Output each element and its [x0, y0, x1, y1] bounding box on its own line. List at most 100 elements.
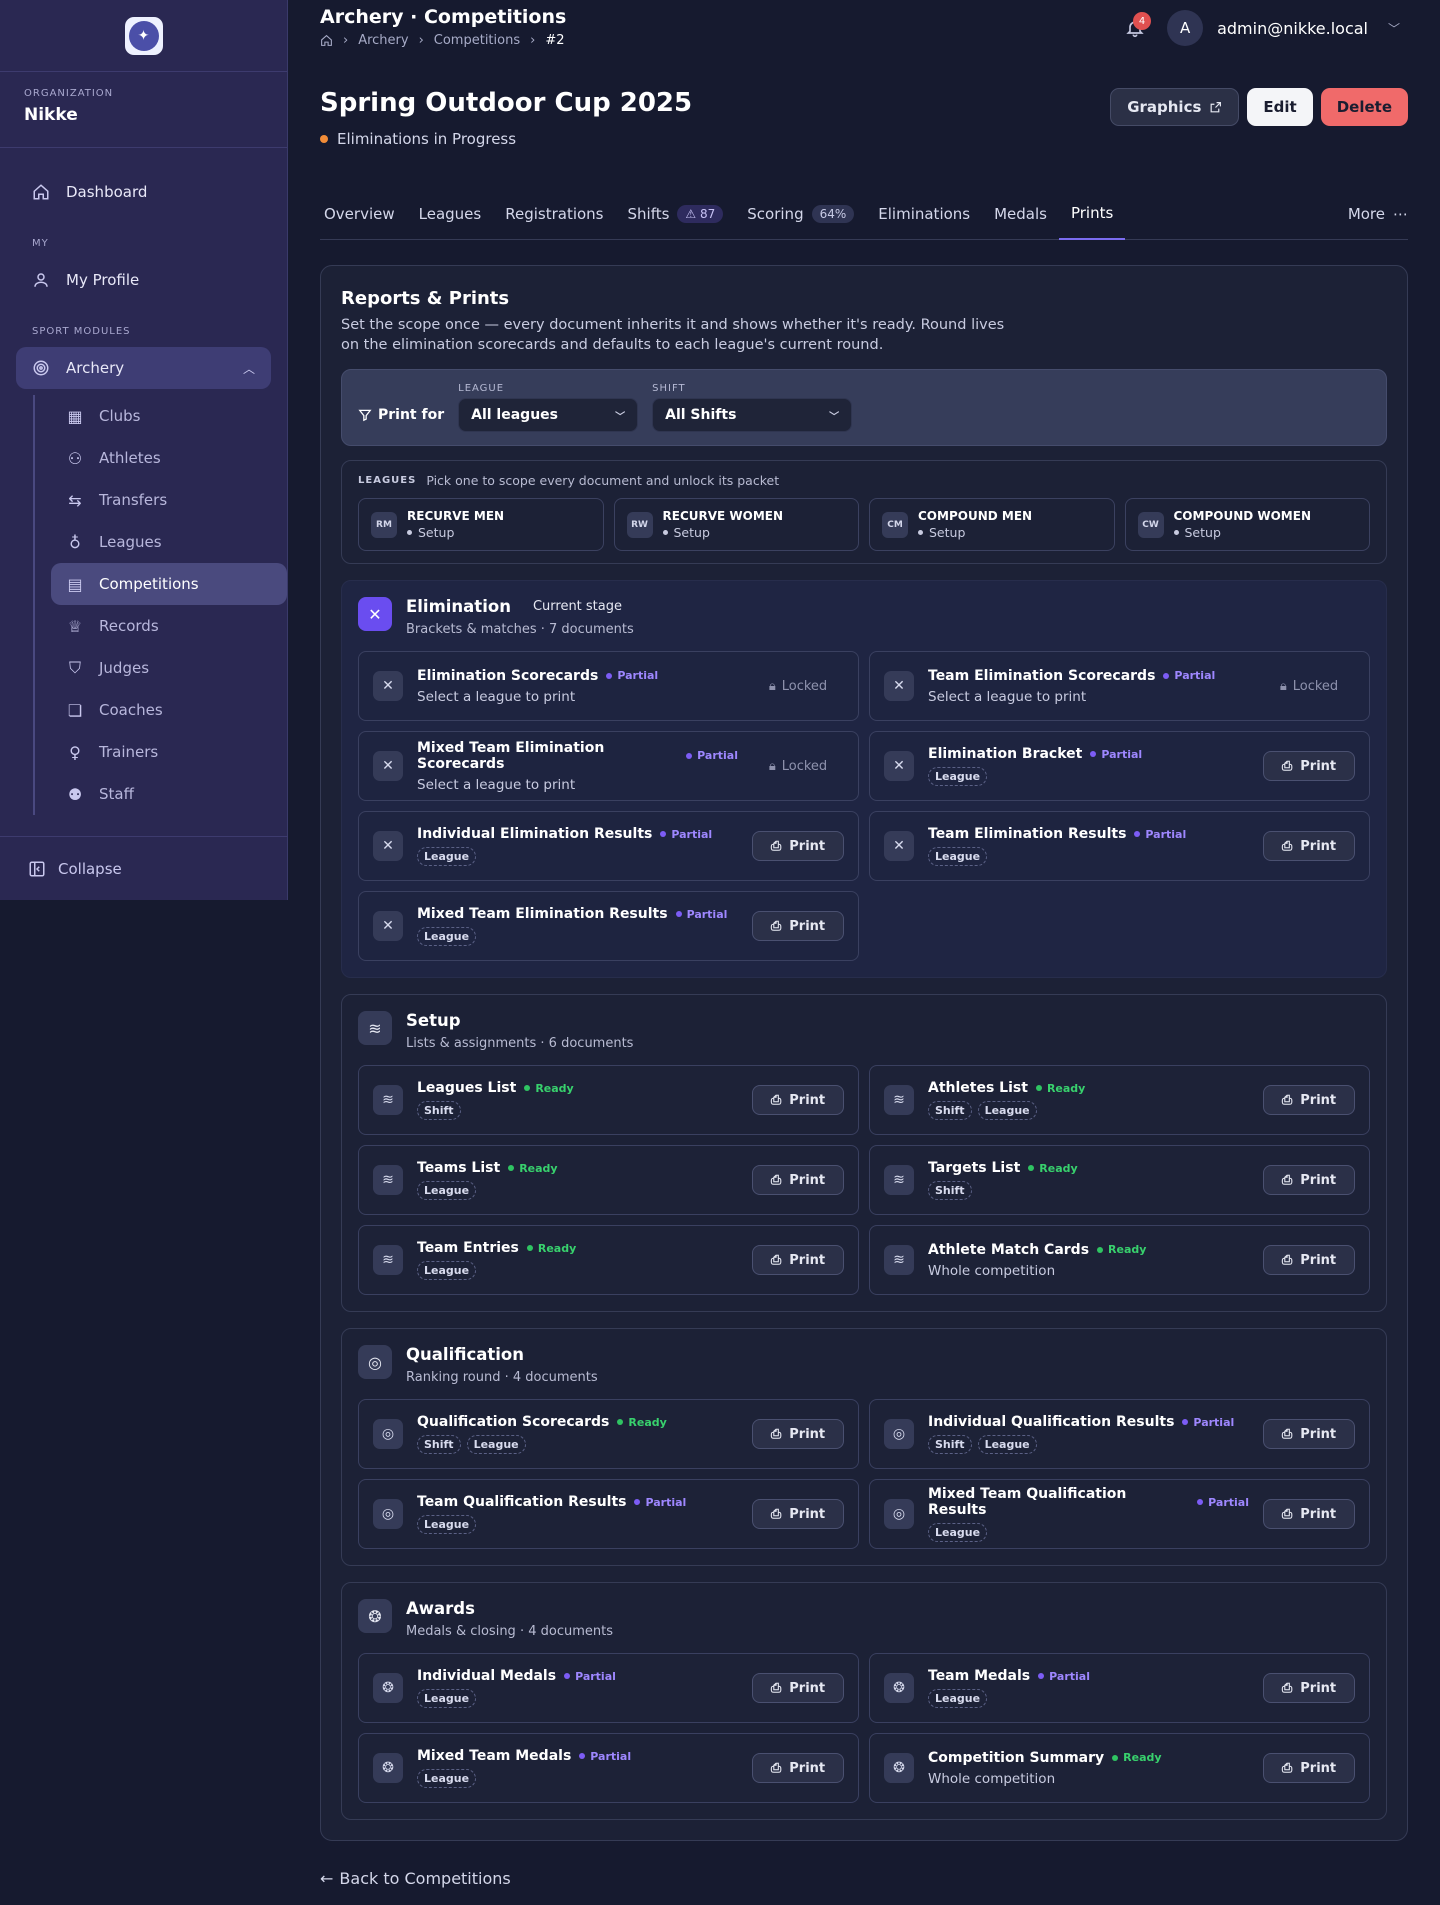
- breadcrumb-archery[interactable]: Archery: [358, 33, 408, 48]
- tab-overview[interactable]: Overview: [320, 188, 407, 240]
- print-button[interactable]: ⎙ Print: [1263, 1753, 1355, 1783]
- tab-more[interactable]: More ⋯: [1348, 188, 1408, 240]
- document-card: ✕ Mixed Team Elimination Scorecards Partia…: [358, 731, 859, 801]
- collapse-button[interactable]: Collapse: [0, 836, 288, 900]
- sidebar-item-label: Records: [99, 617, 159, 635]
- sidebar-item-athletes[interactable]: ⚇ Athletes: [51, 437, 287, 479]
- sidebar-item-leagues[interactable]: ♁ Leagues: [51, 521, 287, 563]
- tab-scoring[interactable]: Scoring 64%: [735, 188, 866, 240]
- document-title: Mixed Team Elimination Scorecards: [417, 739, 605, 772]
- sidebar-item-competitions[interactable]: ▤ Competitions: [51, 563, 287, 605]
- document-title: Mixed Team Elimination Results: [417, 906, 668, 922]
- league-select[interactable]: All leagues ﹀: [458, 398, 639, 432]
- tab-prints[interactable]: Prints: [1058, 188, 1126, 240]
- current-stage-badge: Current stage: [532, 599, 622, 614]
- tab-shifts[interactable]: Shifts ⚠ 87: [616, 188, 736, 240]
- league-status: Setup: [1173, 525, 1312, 540]
- print-label: Print: [789, 1172, 826, 1188]
- document-card: ✕ Team Elimination Scorecards Partial Selec…: [869, 651, 1370, 721]
- edit-button[interactable]: Edit: [1247, 88, 1313, 126]
- print-button[interactable]: ⎙ Print: [752, 1753, 844, 1783]
- print-button[interactable]: ⎙ Print: [1263, 1499, 1355, 1529]
- layers-icon: ≋: [373, 1165, 403, 1195]
- print-button[interactable]: ⎙ Print: [752, 1085, 844, 1115]
- print-button[interactable]: ⎙ Print: [752, 1165, 844, 1195]
- print-button[interactable]: ⎙ Print: [1263, 1085, 1355, 1115]
- sidebar-item-trainers[interactable]: ♀ Trainers: [51, 731, 287, 773]
- layers-icon: ≋: [884, 1165, 914, 1195]
- print-button[interactable]: ⎙ Print: [1263, 831, 1355, 861]
- print-button[interactable]: ⎙ Print: [752, 1245, 844, 1275]
- section-title: Setup: [406, 1011, 461, 1030]
- sidebar-item-records[interactable]: ♕ Records: [51, 605, 287, 647]
- home-icon[interactable]: [320, 34, 333, 47]
- print-button[interactable]: ⎙ Print: [752, 1419, 844, 1449]
- document-title: Team Elimination Scorecards: [928, 667, 1156, 684]
- tab-eliminations[interactable]: Eliminations: [866, 188, 982, 240]
- print-label: Print: [789, 918, 826, 934]
- print-button[interactable]: ⎙ Print: [752, 911, 844, 941]
- document-card: ≋ Athletes List Ready Shift League ⎙ Print: [869, 1065, 1370, 1135]
- shift-select[interactable]: All Shifts ﹀: [652, 398, 853, 432]
- scoring-progress-badge: 64%: [811, 204, 855, 223]
- status-label: Partial: [590, 1749, 632, 1763]
- sidebar-item-staff[interactable]: ⚉ Staff: [51, 773, 287, 815]
- document-note: Whole competition: [928, 1770, 1056, 1787]
- sidebar-item-judges[interactable]: ⛉ Judges: [51, 647, 287, 689]
- print-label: Print: [1300, 1426, 1337, 1442]
- notifications-button[interactable]: 4: [1117, 10, 1153, 46]
- print-button[interactable]: ⎙ Print: [1263, 751, 1355, 781]
- sidebar-item-label: Trainers: [99, 743, 159, 761]
- filter-icon: [358, 408, 372, 422]
- sidebar-item-coaches[interactable]: ❏ Coaches: [51, 689, 287, 731]
- tab-leagues[interactable]: Leagues: [407, 188, 494, 240]
- league-card-compound-women[interactable]: CW COMPOUND WOMEN Setup: [1124, 498, 1370, 551]
- print-button[interactable]: ⎙ Print: [752, 831, 844, 861]
- sidebar-item-archery[interactable]: Archery ︿: [16, 347, 271, 389]
- shifts-count: 87: [700, 206, 716, 221]
- league-card-compound-men[interactable]: CM COMPOUND MEN Setup: [869, 498, 1115, 551]
- graphics-button[interactable]: Graphics: [1110, 88, 1240, 126]
- sidebar-item-clubs[interactable]: ▦ Clubs: [51, 395, 287, 437]
- status-label: Partial: [1049, 1669, 1090, 1683]
- scope-tag-league: League: [928, 1689, 988, 1708]
- app-logo[interactable]: ✦: [124, 16, 163, 55]
- home-icon: [32, 183, 52, 201]
- chevron-down-icon[interactable]: ﹀: [1388, 20, 1400, 37]
- partial-status: Partial: [606, 669, 658, 682]
- printer-icon: ⎙: [770, 1172, 782, 1188]
- print-button[interactable]: ⎙ Print: [752, 1499, 844, 1529]
- printer-icon: ⎙: [1281, 1252, 1293, 1268]
- section-title: Awards: [406, 1599, 475, 1618]
- document-title: Targets List: [928, 1160, 1021, 1176]
- print-button[interactable]: ⎙ Print: [1263, 1165, 1355, 1195]
- layers-icon: ≋: [373, 1245, 403, 1275]
- sidebar-item-dashboard[interactable]: Dashboard: [16, 171, 271, 213]
- user-menu-email[interactable]: admin@nikke.local: [1217, 19, 1368, 38]
- back-to-competitions-link[interactable]: ← Back to Competitions: [320, 1869, 1408, 1888]
- status-label: Ready: [519, 1161, 558, 1175]
- sidebar-item-label: My Profile: [66, 271, 140, 289]
- print-button[interactable]: ⎙ Print: [1263, 1245, 1355, 1275]
- print-button[interactable]: ⎙ Print: [1263, 1419, 1355, 1449]
- status-label: Partial: [1101, 747, 1143, 761]
- league-name: COMPOUND WOMEN: [1173, 509, 1312, 523]
- print-button[interactable]: ⎙ Print: [1263, 1673, 1355, 1703]
- league-card-recurve-men[interactable]: RM RECURVE MEN Setup: [358, 498, 604, 551]
- league-card-recurve-women[interactable]: RW RECURVE WOMEN Setup: [613, 498, 859, 551]
- medal-icon: ❂: [884, 1753, 914, 1783]
- delete-button[interactable]: Delete: [1320, 88, 1408, 126]
- print-label: Print: [1300, 1252, 1337, 1268]
- breadcrumb-competitions[interactable]: Competitions: [434, 33, 520, 48]
- tab-medals[interactable]: Medals: [982, 188, 1059, 240]
- print-button[interactable]: ⎙ Print: [752, 1673, 844, 1703]
- shield-icon: ⛉: [68, 658, 81, 677]
- logo-area: ✦: [0, 0, 287, 72]
- sidebar-item-transfers[interactable]: ⇆ Transfers: [51, 479, 287, 521]
- league-name: RECURVE WOMEN: [662, 509, 784, 523]
- printer-icon: ⎙: [1281, 1760, 1293, 1776]
- tab-registrations[interactable]: Registrations: [493, 188, 615, 240]
- avatar[interactable]: A: [1167, 10, 1204, 46]
- status-label: Partial: [1174, 669, 1216, 682]
- sidebar-item-my-profile[interactable]: My Profile: [16, 259, 271, 301]
